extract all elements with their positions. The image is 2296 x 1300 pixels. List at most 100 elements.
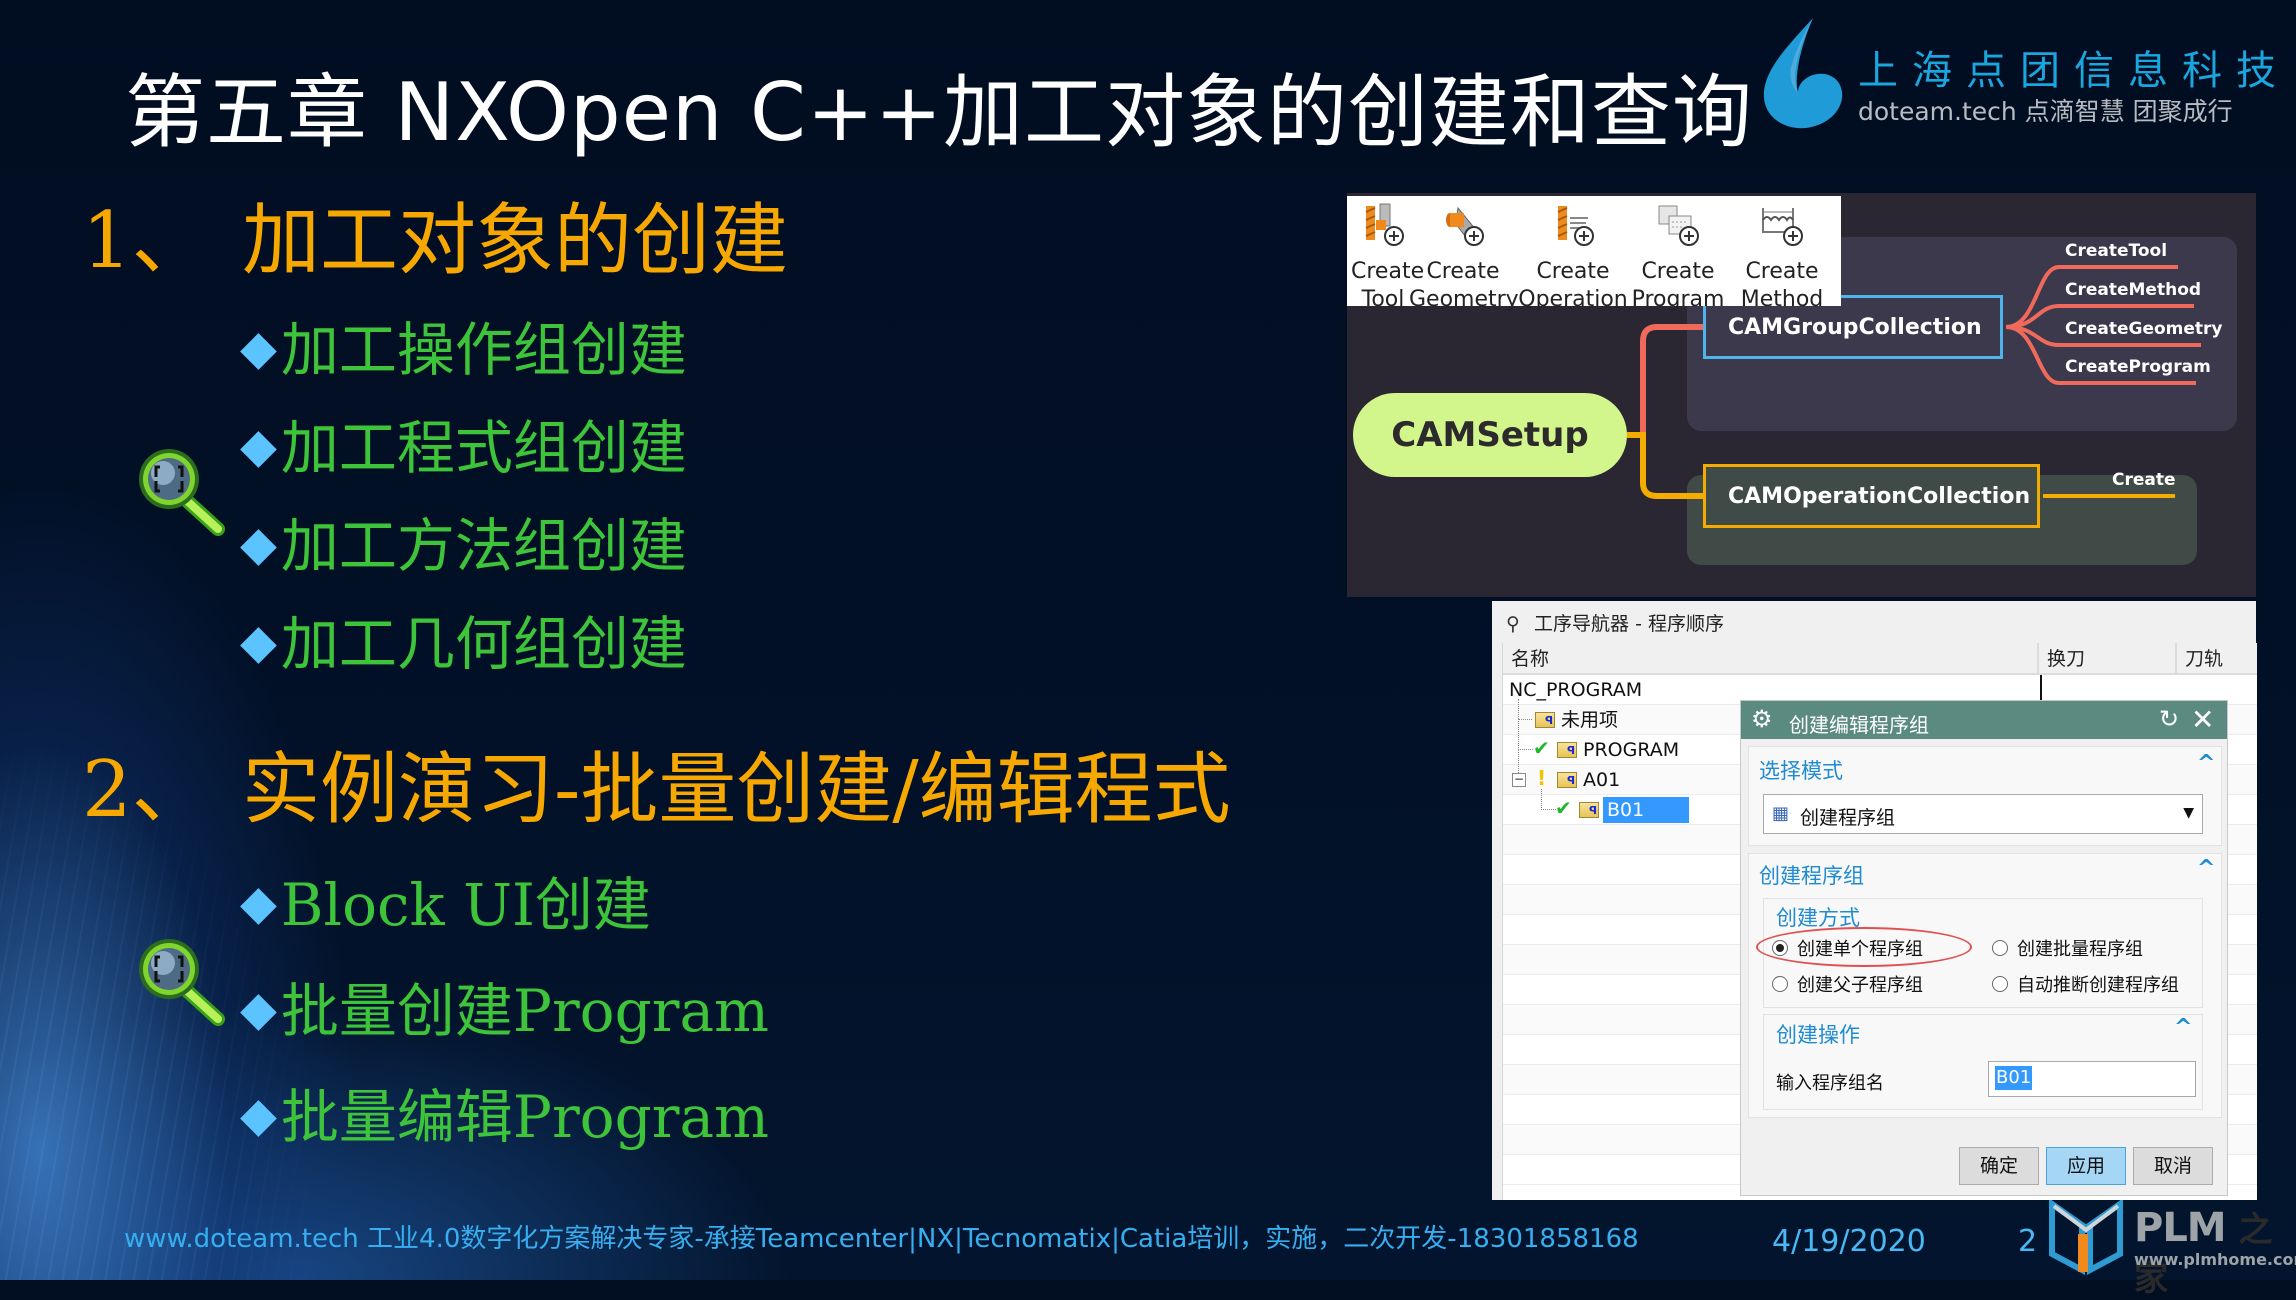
collapse-caret-icon[interactable]: ^ (2174, 1015, 2192, 1040)
dialog-titlebar[interactable]: ⚙ 创建编辑程序组 ↻ ✕ (1741, 701, 2227, 739)
program-group-icon: ▦ (1772, 803, 1790, 824)
bullet-text: 加工程式组创建 (280, 414, 687, 482)
mode-select[interactable]: ▦ 创建程序组 ▼ (1763, 794, 2203, 834)
create-program-label-1: Create (1641, 259, 1715, 284)
collapse-caret-icon[interactable]: ^ (2197, 751, 2215, 776)
bullet-item: ◆加工程式组创建 (240, 401, 687, 485)
close-icon[interactable]: ✕ (2191, 703, 2214, 736)
dialog-title: 创建编辑程序组 (1789, 713, 1929, 737)
program-group-name-input[interactable]: B01 (1988, 1061, 2196, 1097)
chevron-down-icon: ▼ (2183, 805, 2194, 821)
radio-label: 创建批量程序组 (2017, 939, 2143, 960)
radio-checked (1772, 940, 1788, 956)
tree-line (1541, 789, 1556, 810)
slide-page-number: 2 (2018, 1224, 2038, 1259)
diamond-bullet-icon: ◆ (240, 516, 277, 572)
create-operation-box: 创建操作 ^ 输入程序组名 B01 (1763, 1014, 2203, 1110)
column-header-name[interactable]: 名称 (1503, 643, 2039, 675)
row-label: PROGRAM (1583, 739, 1680, 761)
program-folder-icon: ꟼ (1535, 712, 1555, 728)
radio-label: 自动推断创建程序组 (2017, 975, 2179, 996)
bullet-item: ◆加工方法组创建 (240, 499, 687, 583)
create-edit-program-group-dialog: ⚙ 创建编辑程序组 ↻ ✕ 选择模式 ^ ▦ 创建程序组 ▼ 创建程序组 ^ 创… (1740, 700, 2228, 1196)
leaf-createprogram: CreateProgram (2065, 357, 2211, 377)
reset-icon[interactable]: ↻ (2159, 705, 2179, 733)
create-operation-icon (1557, 206, 1594, 246)
collapse-toggle[interactable]: − (1512, 773, 1526, 787)
gear-icon: ⚙ (1751, 705, 1773, 733)
select-mode-title: 选择模式 (1759, 759, 1843, 783)
plm-url: www.plmhome.com (2134, 1250, 2296, 1269)
cam-mindmap: CAMSetup CAMGroupCollection CAMOperation… (1347, 193, 2256, 597)
leaf-creategeometry: CreateGeometry (2065, 319, 2223, 339)
radio-unchecked (1992, 976, 2008, 992)
create-method-label-1: Create (1745, 259, 1819, 284)
create-operation-button[interactable]: Create Operation (1517, 202, 1629, 314)
create-group-title: 创建程序组 (1759, 864, 1864, 888)
create-geometry-button[interactable]: Create Geometry (1409, 202, 1519, 314)
bullet-text: 批量编辑Program (280, 1083, 770, 1151)
section-1-number: 1、 (82, 196, 210, 286)
create-method-button[interactable]: Create Method (1727, 202, 1837, 314)
magnifier-icon[interactable] (133, 933, 228, 1028)
magnifier-icon[interactable] (133, 443, 228, 538)
radio-unchecked (1992, 940, 2008, 956)
program-group-name-value: B01 (1995, 1066, 2033, 1090)
plm-brand: PLM (2134, 1205, 2227, 1251)
leaf-create: Create (2112, 470, 2176, 490)
create-program-icon (1658, 205, 1699, 246)
bullet-item: ◆批量创建Program (240, 964, 769, 1048)
create-tool-label-2: Tool (1361, 287, 1405, 312)
radio-batch-group[interactable]: 创建批量程序组 (1992, 935, 2143, 961)
diamond-bullet-icon: ◆ (240, 418, 277, 474)
program-group-name-label: 输入程序组名 (1776, 1073, 1884, 1094)
diamond-bullet-icon: ◆ (240, 614, 277, 670)
column-header-toolpath[interactable]: 刀轨 (2177, 643, 2257, 675)
water-drop-logo-icon (1763, 18, 1843, 129)
diamond-bullet-icon: ◆ (240, 875, 277, 931)
bullet-item: ◆Block UI创建 (240, 858, 651, 942)
create-method-label-2: Method (1740, 287, 1824, 312)
leaf-createtool: CreateTool (2065, 241, 2168, 261)
section-1-title: 加工对象的创建 (242, 196, 789, 286)
create-operation-label-2: Operation (1518, 287, 1628, 312)
tree-line (1518, 749, 1519, 773)
create-program-label-2: Program (1631, 287, 1725, 312)
program-folder-icon: ꟼ (1557, 772, 1577, 788)
mode-select-value: 创建程序组 (1800, 807, 1896, 829)
radio-unchecked (1772, 976, 1788, 992)
creation-method-box: 创建方式 创建单个程序组 创建批量程序组 创建父子程序组 自动推断创建程序组 (1756, 898, 2203, 1008)
complete-check-icon: ✔ (1555, 796, 1572, 820)
section-2-title: 实例演习-批量创建/编辑程式 (242, 745, 1231, 835)
create-tool-button[interactable]: Create Tool (1351, 202, 1424, 314)
collapse-caret-icon[interactable]: ^ (2197, 856, 2215, 881)
bullet-text: 批量创建Program (280, 977, 770, 1045)
radio-auto-infer-group[interactable]: 自动推断创建程序组 (1992, 971, 2179, 997)
cancel-button[interactable]: 取消 (2133, 1147, 2213, 1185)
apply-button[interactable]: 应用 (2046, 1147, 2126, 1185)
cam-create-toolbar: Create Tool Create Geometry Create Opera… (1347, 196, 1841, 312)
create-tool-icon (1365, 203, 1404, 246)
create-method-icon (1762, 208, 1803, 246)
program-folder-icon: ꟼ (1557, 742, 1577, 758)
mindmap-root-node: CAMSetup (1353, 393, 1627, 477)
tree-line (1518, 699, 1529, 719)
radio-parent-child-group[interactable]: 创建父子程序组 (1772, 971, 1923, 997)
row-label: A01 (1583, 769, 1621, 791)
create-program-button[interactable]: Create Program (1627, 202, 1729, 314)
create-geometry-label-2: Geometry (1409, 287, 1519, 312)
slide-title: 第五章 NXOpen C++加工对象的创建和查询 (125, 66, 1753, 159)
column-header-tool-change[interactable]: 换刀 (2039, 643, 2177, 675)
bullet-text: 加工方法组创建 (280, 512, 687, 580)
leaf-createmethod: CreateMethod (2065, 280, 2202, 300)
section-1-heading: 1、 加工对象的创建 (82, 178, 788, 290)
root-to-op-branch (1627, 432, 1703, 499)
radio-single-group[interactable]: 创建单个程序组 (1772, 935, 1923, 961)
ok-button[interactable]: 确定 (1959, 1147, 2039, 1185)
slide-date: 4/19/2020 (1772, 1224, 1926, 1259)
company-name-cn: 上海点团信息科技 (1858, 48, 2290, 94)
create-geometry-label-1: Create (1426, 259, 1500, 284)
select-mode-group: 选择模式 ^ ▦ 创建程序组 ▼ (1748, 746, 2222, 846)
navigator-title: ⚲ 工序导航器 - 程序顺序 (1506, 609, 1724, 636)
footer-text: www.doteam.tech 工业4.0数字化方案解决专家-承接Teamcen… (124, 1224, 1639, 1254)
